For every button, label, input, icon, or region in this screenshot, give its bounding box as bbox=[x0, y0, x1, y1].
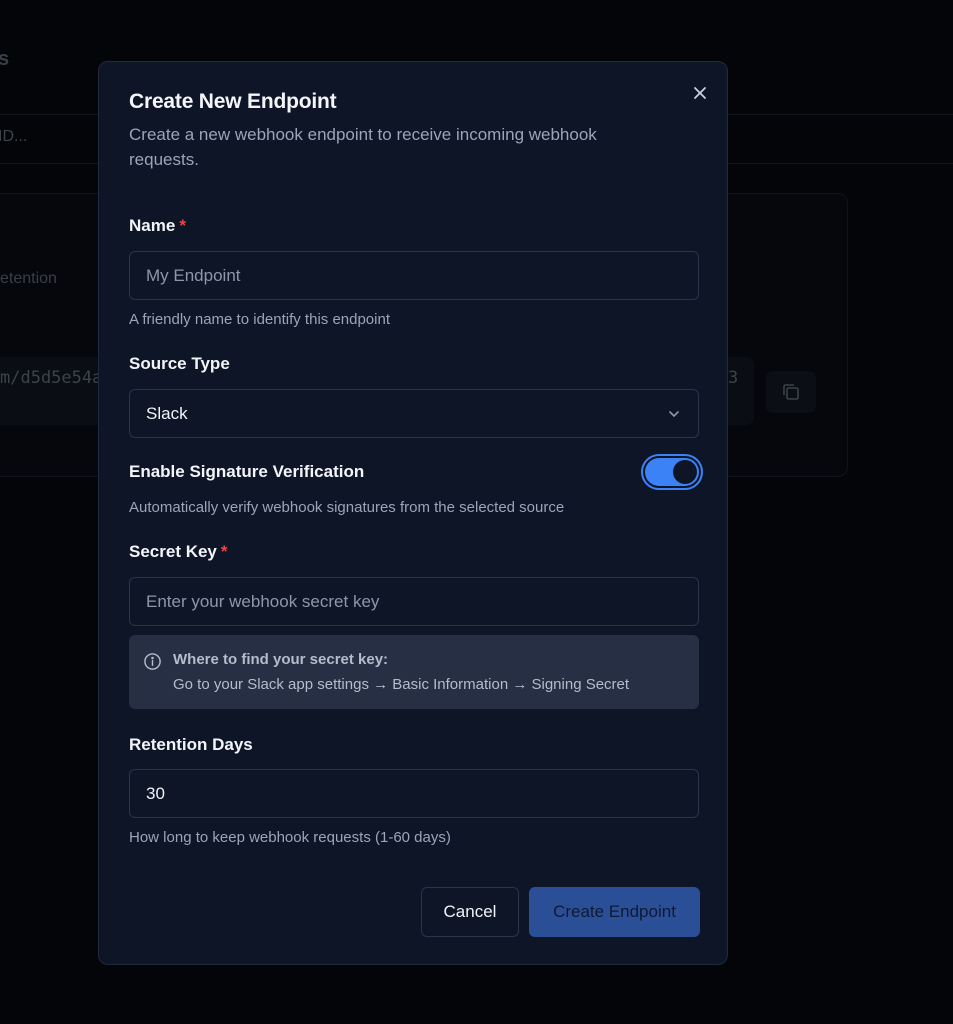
source-type-selected-value: Slack bbox=[146, 404, 188, 423]
secret-key-label-text: Secret Key bbox=[129, 542, 217, 561]
copy-icon bbox=[783, 384, 799, 400]
chevron-down-icon bbox=[669, 411, 679, 417]
background-url-text: m/d5d5e54a bbox=[0, 368, 103, 388]
dialog-title: Create New Endpoint bbox=[129, 90, 337, 113]
info-icon bbox=[144, 653, 161, 670]
close-icon bbox=[694, 87, 706, 99]
retention-days-label: Retention Days bbox=[129, 735, 253, 754]
source-type-select[interactable]: Slack bbox=[129, 389, 699, 438]
name-label: Name * bbox=[129, 216, 186, 236]
dialog-description: Create a new webhook endpoint to receive… bbox=[129, 125, 597, 169]
create-endpoint-dialog: Create New Endpoint Create a new webhook… bbox=[98, 61, 728, 965]
info-title: Where to find your secret key: bbox=[173, 651, 389, 668]
toggle-thumb bbox=[673, 460, 697, 484]
name-label-text: Name bbox=[129, 216, 176, 235]
secret-key-label: Secret Key * bbox=[129, 542, 228, 562]
background-page-title: s bbox=[0, 48, 10, 70]
background-search-placeholder: ID... bbox=[0, 128, 28, 145]
secret-key-info-box: Where to find your secret key: Go to you… bbox=[129, 635, 699, 709]
source-type-label: Source Type bbox=[129, 354, 230, 373]
required-marker: * bbox=[220, 542, 228, 561]
retention-days-input[interactable] bbox=[129, 769, 699, 818]
name-input[interactable] bbox=[129, 251, 699, 300]
secret-key-input[interactable] bbox=[129, 577, 699, 626]
signature-verification-label: Enable Signature Verification bbox=[129, 462, 365, 481]
signature-verification-toggle[interactable] bbox=[641, 454, 703, 490]
background-retention-label: etention bbox=[0, 270, 57, 287]
background-copy-button bbox=[766, 371, 816, 413]
background-url-tail: 3 bbox=[728, 368, 739, 388]
name-help-text: A friendly name to identify this endpoin… bbox=[129, 311, 390, 328]
info-text: Go to your Slack app settings → Basic In… bbox=[173, 676, 630, 693]
signature-help-text: Automatically verify webhook signatures … bbox=[129, 499, 565, 516]
retention-help-text: How long to keep webhook requests (1-60 … bbox=[129, 829, 451, 846]
toggle-track bbox=[645, 458, 699, 486]
create-endpoint-button[interactable]: Create Endpoint bbox=[529, 887, 700, 937]
required-marker: * bbox=[179, 216, 186, 235]
close-button[interactable] bbox=[689, 82, 711, 104]
cancel-button[interactable]: Cancel bbox=[421, 887, 519, 937]
